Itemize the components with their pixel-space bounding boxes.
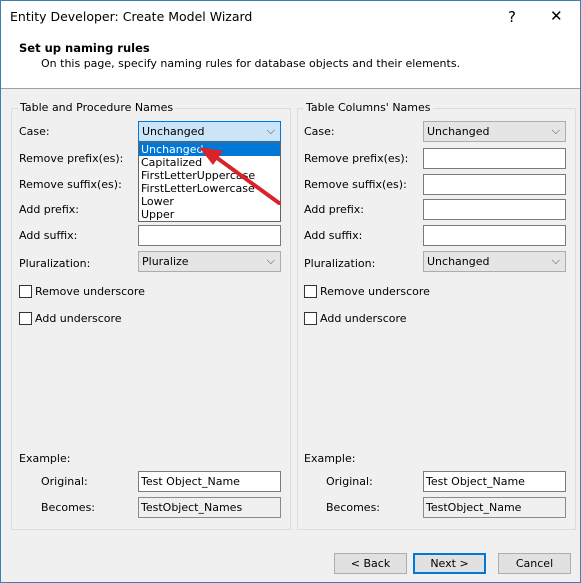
- help-button[interactable]: ?: [508, 8, 516, 26]
- column-add-underscore-checkbox[interactable]: [304, 312, 317, 325]
- group-title: Table and Procedure Names: [18, 101, 176, 114]
- example-label: Example:: [19, 452, 71, 465]
- remove-prefix-label: Remove prefix(es):: [304, 152, 409, 165]
- case-label: Case:: [304, 125, 335, 138]
- example-label: Example:: [304, 452, 356, 465]
- pluralization-select[interactable]: Pluralize ⌵: [138, 251, 281, 272]
- remove-prefix-label: Remove prefix(es):: [19, 152, 124, 165]
- column-add-prefix-input[interactable]: [423, 199, 566, 220]
- original-example-field[interactable]: Test Object_Name: [138, 471, 281, 492]
- case-select[interactable]: Unchanged ⌵: [138, 121, 281, 142]
- chevron-down-icon: ⌵: [266, 254, 275, 267]
- remove-suffix-label: Remove suffix(es):: [19, 178, 122, 191]
- add-prefix-label: Add prefix:: [19, 203, 79, 216]
- add-underscore-label[interactable]: Add underscore: [35, 312, 122, 325]
- case-select-value: Unchanged: [142, 125, 205, 138]
- add-suffix-label: Add suffix:: [19, 229, 78, 242]
- remove-underscore-label[interactable]: Remove underscore: [35, 285, 145, 298]
- next-button[interactable]: Next >: [413, 553, 486, 574]
- back-button[interactable]: < Back: [334, 553, 407, 574]
- becomes-label: Becomes:: [41, 501, 96, 514]
- pluralization-label: Pluralization:: [304, 257, 376, 270]
- column-remove-underscore-checkbox[interactable]: [304, 285, 317, 298]
- pluralization-label: Pluralization:: [19, 257, 91, 270]
- remove-underscore-label[interactable]: Remove underscore: [320, 285, 430, 298]
- group-title: Table Columns' Names: [304, 101, 433, 114]
- column-pluralization-select[interactable]: Unchanged ⌵: [423, 251, 566, 272]
- column-becomes-example-field: TestObject_Name: [423, 497, 566, 518]
- add-suffix-input[interactable]: [138, 225, 281, 246]
- original-label: Original:: [326, 475, 373, 488]
- column-add-suffix-input[interactable]: [423, 225, 566, 246]
- remove-suffix-label: Remove suffix(es):: [304, 178, 407, 191]
- add-underscore-checkbox[interactable]: [19, 312, 32, 325]
- window-title: Entity Developer: Create Model Wizard: [10, 9, 253, 24]
- pluralization-value: Unchanged: [427, 255, 490, 268]
- chevron-down-icon: ⌵: [266, 124, 275, 137]
- add-suffix-label: Add suffix:: [304, 229, 363, 242]
- chevron-down-icon: ⌵: [551, 124, 560, 137]
- becomes-example-field: TestObject_Names: [138, 497, 281, 518]
- page-subtitle: On this page, specify naming rules for d…: [41, 57, 461, 70]
- page-title: Set up naming rules: [19, 41, 150, 55]
- chevron-down-icon: ⌵: [551, 254, 560, 267]
- pluralization-value: Pluralize: [142, 255, 189, 268]
- close-button[interactable]: ✕: [550, 7, 563, 25]
- wizard-header: Entity Developer: Create Model Wizard ? …: [1, 1, 580, 89]
- add-prefix-label: Add prefix:: [304, 203, 364, 216]
- column-remove-prefix-input[interactable]: [423, 148, 566, 169]
- column-original-example-field[interactable]: Test Object_Name: [423, 471, 566, 492]
- column-case-select[interactable]: Unchanged ⌵: [423, 121, 566, 142]
- remove-underscore-checkbox[interactable]: [19, 285, 32, 298]
- case-label: Case:: [19, 125, 50, 138]
- annotation-arrow-icon: [199, 147, 281, 205]
- cancel-button[interactable]: Cancel: [498, 553, 571, 574]
- column-remove-suffix-input[interactable]: [423, 174, 566, 195]
- wizard-window: Entity Developer: Create Model Wizard ? …: [0, 0, 581, 583]
- original-label: Original:: [41, 475, 88, 488]
- becomes-label: Becomes:: [326, 501, 381, 514]
- add-underscore-label[interactable]: Add underscore: [320, 312, 407, 325]
- case-select-value: Unchanged: [427, 125, 490, 138]
